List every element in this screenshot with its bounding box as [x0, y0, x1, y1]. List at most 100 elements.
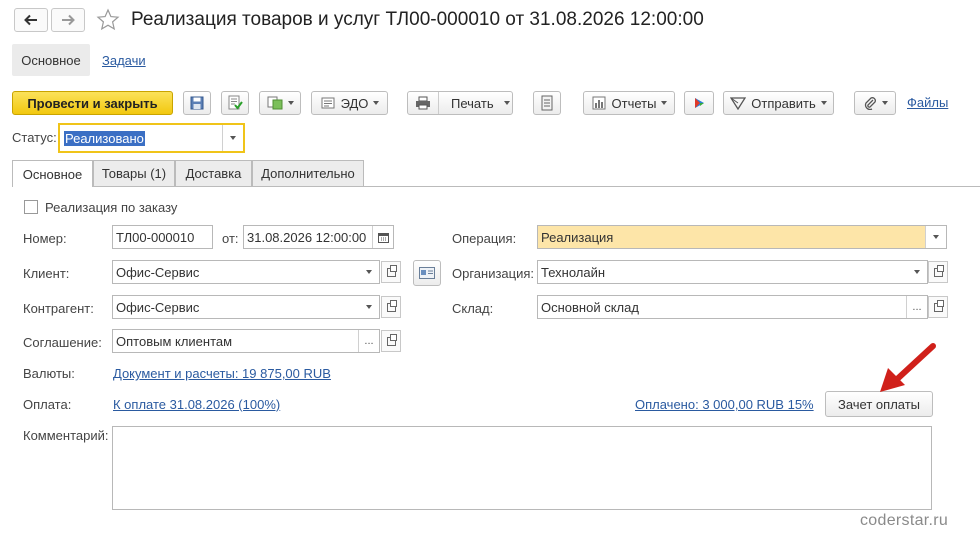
- annotation-arrow-icon: [880, 343, 936, 392]
- chevron-down-icon: [503, 101, 510, 105]
- dropdown-button[interactable]: [925, 226, 946, 248]
- dropdown-button[interactable]: [359, 296, 379, 318]
- chevron-down-icon: [366, 270, 372, 274]
- operation-label: Операция:: [452, 231, 517, 246]
- card-icon: [419, 267, 435, 279]
- chevron-down-icon: [230, 136, 236, 140]
- save-icon: [190, 96, 204, 110]
- comment-textarea[interactable]: [112, 426, 932, 510]
- status-label: Статус:: [12, 130, 57, 145]
- calendar-icon: [377, 232, 389, 243]
- section-tab-tasks[interactable]: Задачи: [102, 53, 146, 68]
- ellipsis-icon: ...: [912, 301, 922, 313]
- open-icon: [386, 264, 397, 277]
- structure-icon: [695, 98, 704, 108]
- dropdown-button[interactable]: [359, 261, 379, 283]
- client-field[interactable]: Офис-Сервис: [112, 260, 380, 284]
- tabs-divider: [12, 186, 980, 187]
- counterparty-field[interactable]: Офис-Сервис: [112, 295, 380, 319]
- agreement-field[interactable]: Оптовым клиентам ...: [112, 329, 380, 353]
- tab-delivery[interactable]: Доставка: [175, 160, 252, 186]
- by-order-checkbox[interactable]: [24, 200, 38, 214]
- arrow-right-icon: [62, 14, 75, 26]
- comment-label: Комментарий:: [23, 428, 109, 443]
- ellipsis-icon: ...: [364, 335, 374, 347]
- payment-label: Оплата:: [23, 397, 72, 412]
- print-icon-wrap: [408, 92, 439, 114]
- dropdown-button[interactable]: [907, 261, 927, 283]
- organization-field[interactable]: Технолайн: [537, 260, 928, 284]
- select-button[interactable]: ...: [358, 330, 379, 352]
- print-icon: [416, 96, 430, 110]
- star-icon: [96, 8, 120, 31]
- forward-button[interactable]: [51, 8, 85, 32]
- number-field[interactable]: ТЛ00-000010: [112, 225, 213, 249]
- create-based-icon: [267, 96, 282, 110]
- tab-main[interactable]: Основное: [12, 160, 93, 187]
- tab-goods[interactable]: Товары (1): [93, 160, 175, 186]
- section-tab-main[interactable]: Основное: [12, 44, 90, 76]
- watermark: coderstar.ru: [860, 512, 949, 529]
- edo-icon: [321, 97, 335, 109]
- calendar-button[interactable]: [372, 226, 393, 248]
- attach-button[interactable]: [854, 91, 896, 115]
- by-order-label: Реализация по заказу: [45, 200, 178, 215]
- counterparty-label: Контрагент:: [23, 301, 94, 316]
- payment-link[interactable]: К оплате 31.08.2026 (100%): [113, 397, 280, 412]
- post-and-close-button[interactable]: Провести и закрыть: [12, 91, 173, 115]
- status-select[interactable]: Реализовано: [58, 123, 245, 153]
- journal-button[interactable]: [533, 91, 561, 115]
- create-based-on-button[interactable]: [259, 91, 301, 115]
- operation-select[interactable]: Реализация: [537, 225, 947, 249]
- reports-icon: [592, 96, 606, 110]
- chevron-down-icon: [933, 235, 939, 239]
- currency-label: Валюты:: [23, 366, 75, 381]
- number-label: Номер:: [23, 231, 67, 246]
- open-icon: [386, 333, 397, 346]
- chevron-down-icon: [914, 270, 920, 274]
- agreement-open-button[interactable]: [381, 330, 401, 352]
- page-title: Реализация товаров и услуг ТЛ00-000010 о…: [131, 9, 704, 30]
- files-link[interactable]: Файлы: [907, 95, 948, 110]
- status-value: Реализовано: [64, 130, 145, 146]
- open-icon: [933, 264, 944, 277]
- organization-open-button[interactable]: [928, 261, 948, 283]
- attach-icon: [864, 97, 876, 110]
- client-label: Клиент:: [23, 266, 70, 281]
- client-open-button[interactable]: [381, 261, 401, 283]
- warehouse-label: Склад:: [452, 301, 494, 316]
- agreement-label: Соглашение:: [23, 335, 102, 350]
- arrow-left-icon: [24, 14, 37, 26]
- organization-label: Организация:: [452, 266, 535, 281]
- client-card-button[interactable]: [413, 260, 441, 286]
- send-icon: [730, 97, 747, 110]
- save-button[interactable]: [183, 91, 211, 115]
- edo-button[interactable]: ЭДО: [311, 91, 388, 115]
- structure-button[interactable]: [684, 91, 714, 115]
- chevron-down-icon: [820, 101, 827, 105]
- chevron-down-icon: [661, 101, 668, 105]
- chevron-down-icon: [366, 305, 372, 309]
- reports-button[interactable]: Отчеты: [583, 91, 675, 115]
- print-button[interactable]: Печать: [407, 91, 513, 115]
- warehouse-open-button[interactable]: [928, 296, 948, 318]
- post-icon: [228, 95, 243, 110]
- back-button[interactable]: [14, 8, 48, 32]
- journal-icon: [541, 95, 553, 111]
- post-button[interactable]: [221, 91, 249, 115]
- chevron-down-icon: [287, 101, 294, 105]
- date-field[interactable]: 31.08.2026 12:00:00: [243, 225, 394, 249]
- favorite-button[interactable]: [96, 8, 120, 35]
- open-icon: [386, 299, 397, 312]
- tab-additional[interactable]: Дополнительно: [252, 160, 364, 186]
- send-button[interactable]: Отправить: [723, 91, 834, 115]
- dropdown-button[interactable]: [222, 125, 243, 151]
- currency-link[interactable]: Документ и расчеты: 19 875,00 RUB: [113, 366, 331, 381]
- select-button[interactable]: ...: [906, 296, 927, 318]
- paid-link[interactable]: Оплачено: 3 000,00 RUB 15%: [635, 397, 814, 412]
- warehouse-field[interactable]: Основной склад ...: [537, 295, 928, 319]
- counterparty-open-button[interactable]: [381, 296, 401, 318]
- chevron-down-icon: [373, 101, 380, 105]
- date-label: от:: [222, 231, 239, 246]
- open-icon: [933, 299, 944, 312]
